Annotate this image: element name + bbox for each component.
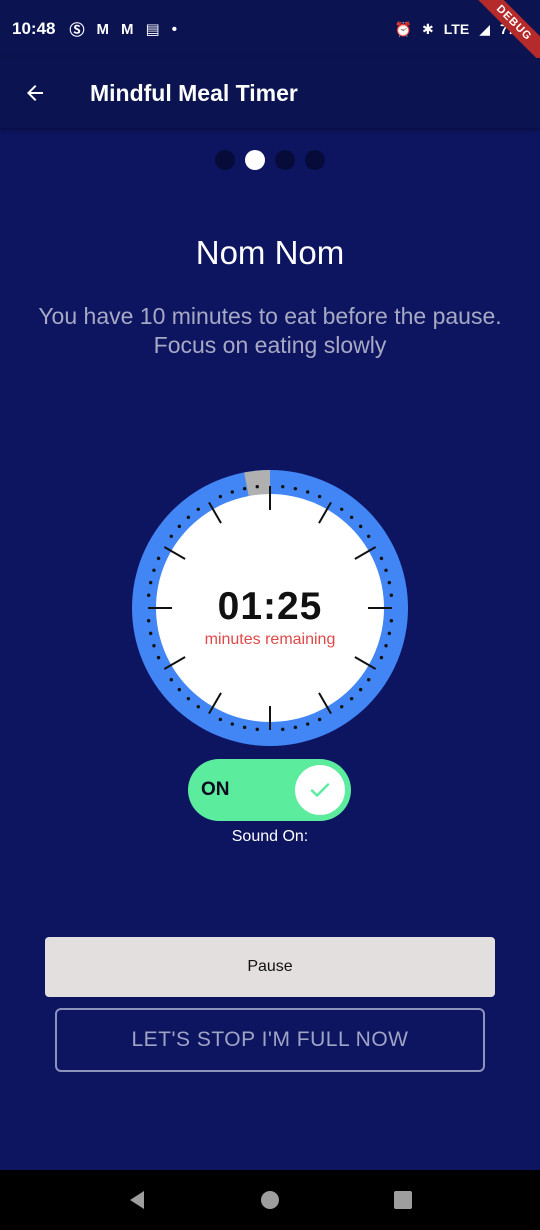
- timer-time: 01:25: [217, 585, 323, 628]
- status-time: 10:48: [12, 19, 56, 38]
- page-dot-active[interactable]: [245, 150, 265, 170]
- arrow-left-icon: [27, 85, 43, 101]
- minute-dot: [242, 486, 247, 491]
- minute-dot: [169, 534, 173, 538]
- minute-dot: [148, 580, 153, 585]
- minute-dot: [293, 725, 298, 730]
- s-icon: Ⓢ: [69, 21, 85, 39]
- pause-button[interactable]: Pause: [45, 937, 495, 997]
- page-dot[interactable]: [305, 150, 325, 170]
- minute-dot: [255, 484, 259, 489]
- gmail-icon: M: [96, 20, 110, 38]
- page-title: Nom Nom: [195, 234, 345, 271]
- subtitle-line: You have 10 minutes to eat before the pa…: [38, 303, 502, 329]
- recents-nav-icon[interactable]: [392, 1189, 414, 1211]
- minute-dot: [306, 490, 310, 494]
- home-nav-icon[interactable]: [259, 1189, 281, 1211]
- minute-dot: [156, 655, 161, 660]
- minute-dot: [255, 727, 259, 732]
- signal-icon: ◢: [479, 20, 490, 37]
- minute-dot: [358, 687, 363, 692]
- dot-icon: •: [171, 20, 177, 38]
- sound-toggle[interactable]: ON: [188, 759, 351, 821]
- check-icon: [310, 783, 330, 797]
- page-indicator: [0, 150, 540, 170]
- minute-dot: [358, 524, 363, 529]
- minute-dot: [349, 515, 354, 520]
- minute-dot: [340, 705, 344, 709]
- minute-dot: [177, 524, 182, 529]
- minute-dot: [384, 568, 388, 572]
- minute-dot: [230, 490, 234, 494]
- minute-dot: [218, 717, 223, 722]
- system-nav-bar: [0, 1170, 540, 1230]
- minute-dot: [367, 678, 371, 682]
- subtitle-line: Focus on eating slowly: [153, 332, 387, 358]
- network-label: LTE: [443, 21, 470, 37]
- minute-dot: [152, 568, 156, 572]
- bluetooth-icon: ✱: [422, 20, 434, 37]
- minute-dot: [379, 655, 384, 660]
- page-subtitle: You have 10 minutes to eat before the pa…: [10, 302, 530, 360]
- gmail-icon: M: [121, 20, 134, 38]
- minute-dot: [186, 515, 191, 520]
- alarm-icon: ⏰: [394, 20, 413, 37]
- minute-dot: [177, 687, 182, 692]
- minute-dot: [196, 705, 200, 709]
- minute-dot: [349, 696, 354, 701]
- minute-dot: [340, 507, 344, 511]
- message-icon: ▤: [145, 21, 160, 38]
- minute-dot: [306, 722, 310, 726]
- minute-dot: [281, 484, 285, 489]
- minute-dot: [156, 556, 161, 561]
- back-nav-icon[interactable]: [126, 1189, 148, 1211]
- page-dot[interactable]: [215, 150, 235, 170]
- minute-dot: [186, 696, 191, 701]
- notification-icons: Ⓢ M M ▤ •: [69, 19, 176, 40]
- minute-dot: [317, 494, 322, 499]
- minute-dot: [379, 556, 384, 561]
- page-dot[interactable]: [275, 150, 295, 170]
- minute-dot: [317, 717, 322, 722]
- minute-dot: [218, 494, 223, 499]
- timer-label: minutes remaining: [204, 631, 336, 648]
- sound-caption: Sound On:: [231, 828, 309, 845]
- timer-readout: 01:25 minutes remaining: [132, 585, 408, 649]
- app-bar: Mindful Meal Timer: [0, 58, 540, 128]
- stop-full-button[interactable]: LET'S STOP I'M FULL NOW: [55, 1008, 485, 1072]
- minute-dot: [230, 722, 234, 726]
- app-title: Mindful Meal Timer: [90, 79, 298, 106]
- toggle-state-label: ON: [201, 779, 230, 800]
- minute-dot: [242, 725, 247, 730]
- minute-dot: [367, 534, 371, 538]
- minute-dot: [281, 727, 285, 732]
- toggle-knob: [295, 765, 345, 815]
- minute-dot: [293, 486, 298, 491]
- timer-elapsed-arc: [244, 470, 270, 497]
- status-bar: 10:48 Ⓢ M M ▤ • ⏰ ✱ LTE ◢ 77% DEBUG: [0, 0, 540, 72]
- minute-dot: [196, 507, 200, 511]
- back-button[interactable]: [0, 58, 70, 128]
- minute-dot: [169, 678, 173, 682]
- minute-dot: [387, 580, 392, 585]
